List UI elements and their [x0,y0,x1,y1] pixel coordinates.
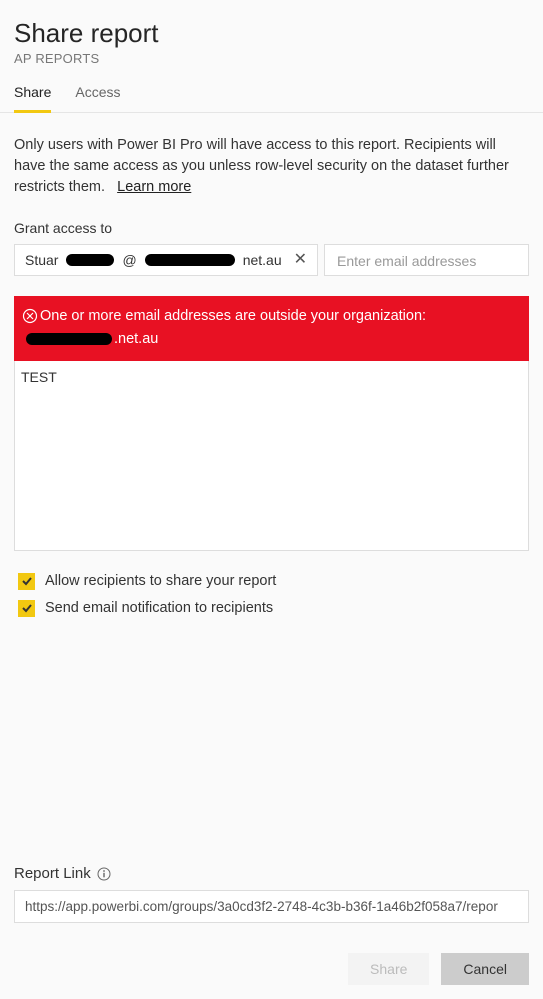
allow-share-checkbox-row[interactable]: Allow recipients to share your report [18,573,529,590]
message-textarea[interactable]: TEST [14,361,529,551]
report-name: AP REPORTS [14,51,529,66]
chip-at: @ [122,252,136,268]
footer-actions: Share Cancel [0,923,543,999]
redacted-text [66,254,114,266]
warning-banner: One or more email addresses are outside … [14,296,529,361]
report-link-label-row: Report Link [14,865,529,882]
panel-body: Only users with Power BI Pro will have a… [0,113,543,923]
chip-prefix: Stuar [25,252,58,268]
checkbox-checked-icon [18,573,35,590]
grant-access-label: Grant access to [14,220,529,236]
send-email-checkbox-row[interactable]: Send email notification to recipients [18,600,529,617]
warning-text: One or more email addresses are outside … [40,306,426,326]
redacted-text [145,254,235,266]
learn-more-link[interactable]: Learn more [117,179,191,195]
tab-access[interactable]: Access [75,84,120,113]
message-content: TEST [21,369,57,385]
redacted-text [26,333,112,345]
share-button[interactable]: Share [348,953,429,985]
email-chip[interactable]: Stuar @ net.au ✕ [14,244,318,276]
info-icon[interactable] [97,867,111,881]
options-group: Allow recipients to share your report Se… [14,573,529,627]
grant-access-row: Stuar @ net.au ✕ Enter email addresses [14,244,529,276]
email-input[interactable]: Enter email addresses [324,244,529,276]
checkbox-checked-icon [18,600,35,617]
panel-header: Share report AP REPORTS [0,0,543,66]
description-content: Only users with Power BI Pro will have a… [14,137,509,195]
cancel-button[interactable]: Cancel [441,953,529,985]
tab-bar: Share Access [0,66,543,113]
error-icon [22,308,38,324]
description-text: Only users with Power BI Pro will have a… [14,135,529,198]
send-email-label: Send email notification to recipients [45,600,273,616]
report-link-label: Report Link [14,865,91,882]
chip-suffix: net.au [243,252,282,268]
report-link-input[interactable]: https://app.powerbi.com/groups/3a0cd3f2-… [14,890,529,923]
warning-email-suffix: .net.au [114,329,158,349]
page-title: Share report [14,18,529,49]
tab-share[interactable]: Share [14,84,51,113]
close-icon[interactable]: ✕ [294,252,307,268]
allow-share-label: Allow recipients to share your report [45,573,276,589]
